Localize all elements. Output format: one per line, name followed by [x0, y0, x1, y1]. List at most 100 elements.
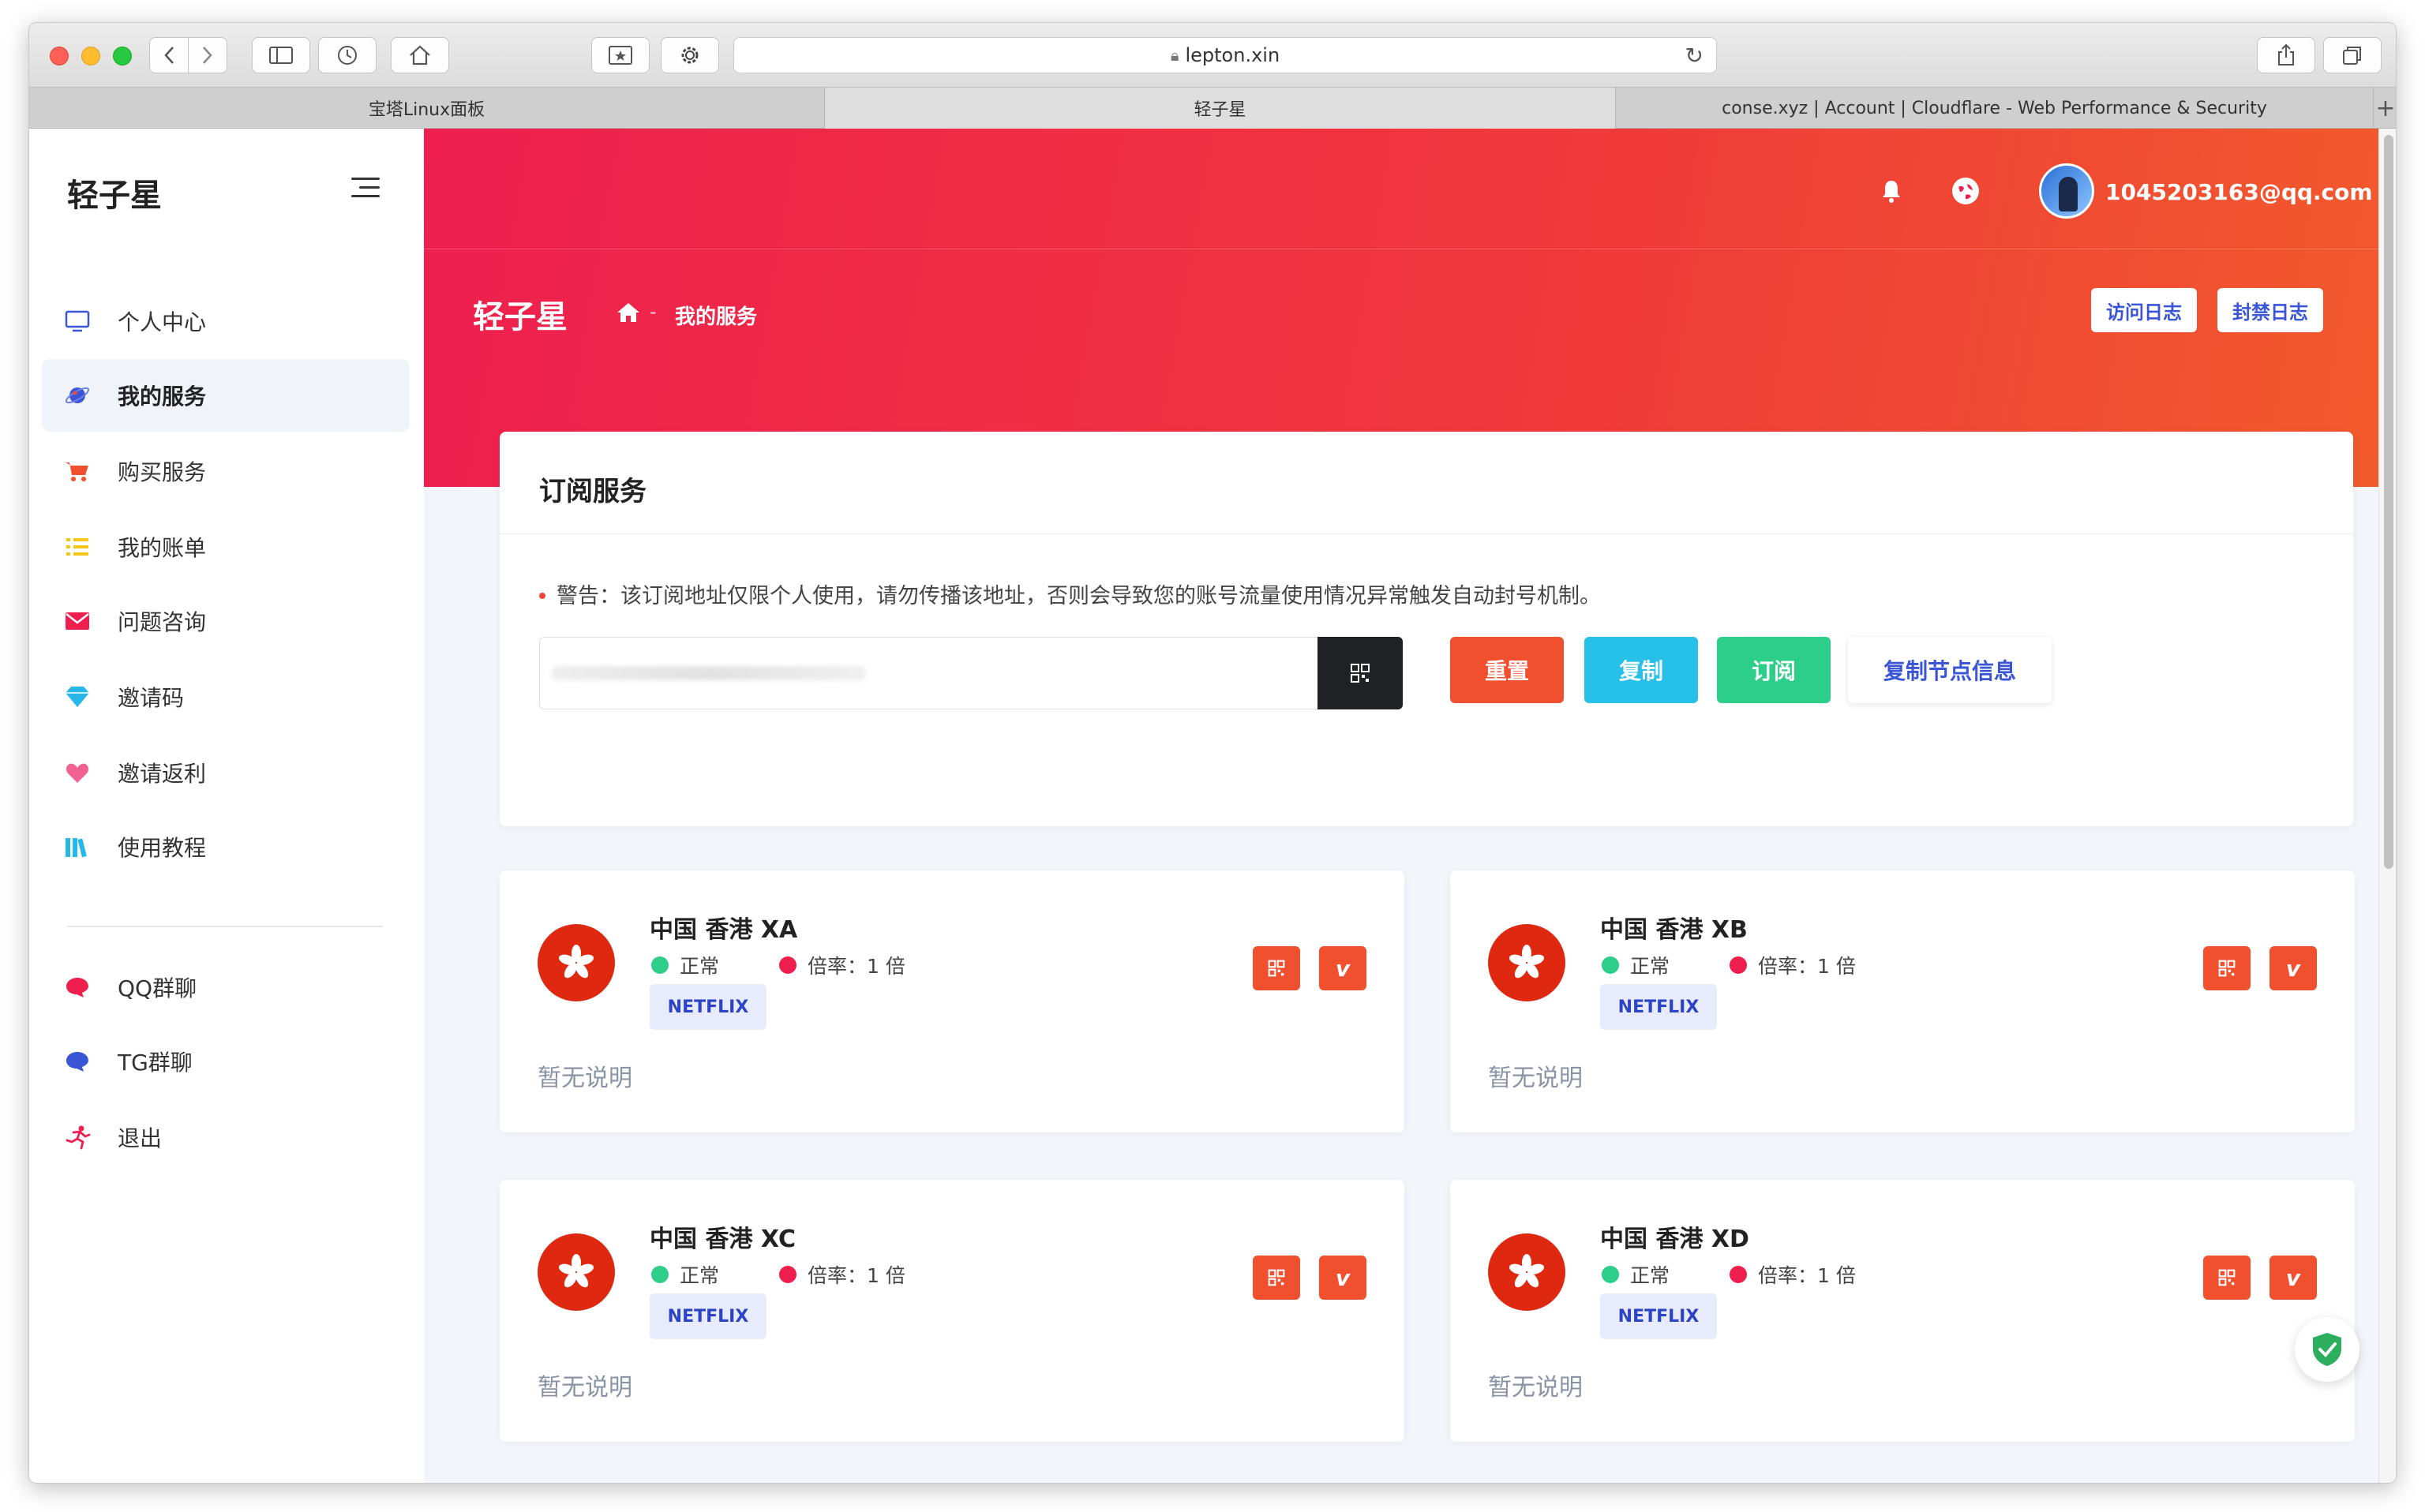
sidebar-item-rebate[interactable]: 邀请返利 — [42, 736, 410, 809]
sidebar-item-invite-code[interactable]: 邀请码 — [42, 661, 410, 733]
node-v-button[interactable]: v — [2269, 946, 2317, 990]
sidebar-divider — [67, 926, 383, 927]
tabs-icon — [2343, 47, 2361, 65]
subscribe-button[interactable]: 订阅 — [1717, 637, 1831, 703]
sidebar-item-tg-group[interactable]: TG群聊 — [42, 1025, 410, 1098]
sidebar-item-label: 问题咨询 — [118, 609, 207, 635]
run-icon — [64, 1124, 91, 1151]
subscription-card: 订阅服务 警告：该订阅地址仅限个人使用，请勿传播该地址，否则会导致您的账号流量使… — [500, 432, 2353, 826]
rate-dot — [1730, 1266, 1747, 1283]
hong-kong-flag-icon — [538, 1233, 615, 1311]
books-icon — [64, 833, 91, 860]
sidebar-item-qq-group[interactable]: QQ群聊 — [42, 951, 410, 1024]
ban-log-button[interactable]: 封禁日志 — [2217, 288, 2323, 332]
hong-kong-flag-icon — [1488, 924, 1565, 1001]
node-qr-button[interactable] — [2203, 946, 2251, 990]
sidebar-item-support[interactable]: 问题咨询 — [42, 585, 410, 657]
shield-icon[interactable] — [2295, 1317, 2359, 1382]
node-status: 正常 — [1602, 951, 1670, 979]
planet-icon — [64, 382, 91, 409]
node-status: 正常 — [651, 951, 719, 979]
globe-icon[interactable] — [1952, 178, 1979, 204]
copy-button[interactable]: 复制 — [1584, 637, 1698, 703]
rate-dot — [779, 956, 796, 974]
user-email[interactable]: 1045203163@qq.com — [2105, 179, 2373, 205]
qr-code-icon — [1351, 664, 1370, 683]
page-scrollbar[interactable] — [2378, 129, 2396, 1483]
node-qr-button[interactable] — [1253, 1256, 1300, 1300]
node-v-button[interactable]: v — [2269, 1256, 2317, 1300]
forward-button[interactable] — [188, 37, 227, 73]
qr-code-icon — [1268, 960, 1285, 977]
node-qr-button[interactable] — [2203, 1256, 2251, 1300]
card-title: 订阅服务 — [539, 476, 647, 507]
sidebar-toggle-button[interactable] — [252, 37, 310, 73]
tabs-overview-button[interactable] — [2323, 37, 2382, 73]
sidebar-item-my-services[interactable]: 我的服务 — [42, 359, 410, 432]
status-dot — [651, 956, 669, 974]
home-icon[interactable] — [615, 301, 642, 324]
node-tag: NETFLIX — [650, 1293, 766, 1339]
qr-code-button[interactable] — [1317, 637, 1403, 709]
tab-qingzixing[interactable]: 轻子星 — [825, 88, 1616, 129]
sidebar-item-label: 购买服务 — [118, 459, 207, 485]
sidebar-item-logout[interactable]: 退出 — [42, 1101, 410, 1173]
node-status: 正常 — [651, 1260, 719, 1289]
node-rate: 倍率：1 倍 — [779, 951, 905, 979]
node-description: 暂无说明 — [1488, 1065, 1583, 1092]
bookmark-button[interactable] — [591, 37, 650, 73]
address-text: lepton.xin — [1185, 44, 1280, 66]
node-status: 正常 — [1602, 1260, 1670, 1289]
rate-dot — [1730, 956, 1747, 974]
sidebar-item-label: 个人中心 — [118, 309, 207, 335]
avatar[interactable] — [2039, 163, 2094, 219]
status-dot — [651, 1266, 669, 1283]
node-tag: NETFLIX — [650, 984, 766, 1030]
history-button[interactable] — [318, 37, 377, 73]
tab-cloudflare[interactable]: conse.xyz | Account | Cloudflare - Web P… — [1616, 88, 2374, 129]
tab-bar: 宝塔Linux面板 轻子星 conse.xyz | Account | Clou… — [29, 88, 2396, 129]
chat-blue-icon — [64, 1048, 91, 1075]
browser-toolbar: 🔒︎ lepton.xin ↻ — [29, 23, 2396, 88]
share-button[interactable] — [2257, 37, 2315, 73]
close-window-button[interactable] — [50, 47, 69, 65]
clock-icon — [338, 46, 357, 65]
chat-red-icon — [64, 974, 91, 1001]
sidebar-item-buy[interactable]: 购买服务 — [42, 435, 410, 507]
subscription-url-field[interactable] — [539, 637, 1319, 709]
node-qr-button[interactable] — [1253, 946, 1300, 990]
extension-button[interactable] — [661, 37, 719, 73]
sidebar-item-tutorial[interactable]: 使用教程 — [42, 810, 410, 883]
visit-log-button[interactable]: 访问日志 — [2091, 288, 2197, 332]
new-tab-button[interactable]: + — [2374, 88, 2396, 129]
tab-baota[interactable]: 宝塔Linux面板 — [29, 88, 825, 129]
back-button[interactable] — [149, 37, 189, 73]
sidebar-item-bills[interactable]: 我的账单 — [42, 511, 410, 583]
bell-icon[interactable] — [1878, 178, 1905, 204]
qr-code-icon — [1268, 1269, 1285, 1286]
card-header: 订阅服务 — [500, 432, 2353, 534]
diamond-icon — [64, 683, 91, 710]
node-v-button[interactable]: v — [1319, 1256, 1366, 1300]
sidebar-item-label: 我的服务 — [118, 384, 207, 410]
address-bar[interactable]: 🔒︎ lepton.xin ↻ — [733, 37, 1717, 73]
brand-title: 轻子星 — [67, 178, 162, 214]
sidebar-item-label: 我的账单 — [118, 535, 207, 561]
home-button[interactable] — [391, 37, 449, 73]
sidebar-item-profile[interactable]: 个人中心 — [42, 285, 410, 357]
menu-toggle-icon[interactable] — [351, 178, 380, 198]
node-rate: 倍率：1 倍 — [1730, 1260, 1856, 1289]
minimize-window-button[interactable] — [81, 47, 100, 65]
node-rate: 倍率：1 倍 — [1730, 951, 1856, 979]
hong-kong-flag-icon — [538, 924, 615, 1001]
node-card: 中国 香港 XC 正常 倍率：1 倍 NETFLIX 暂无说明 v — [500, 1180, 1404, 1442]
zoom-window-button[interactable] — [113, 47, 132, 65]
cart-icon — [64, 458, 91, 485]
reset-button[interactable]: 重置 — [1450, 637, 1564, 703]
copy-node-info-button[interactable]: 复制节点信息 — [1848, 637, 2052, 703]
node-v-button[interactable]: v — [1319, 946, 1366, 990]
node-rate: 倍率：1 倍 — [779, 1260, 905, 1289]
reload-icon[interactable]: ↻ — [1685, 43, 1703, 69]
scrollbar-thumb[interactable] — [2384, 135, 2393, 869]
sidebar-item-label: 退出 — [118, 1125, 163, 1151]
